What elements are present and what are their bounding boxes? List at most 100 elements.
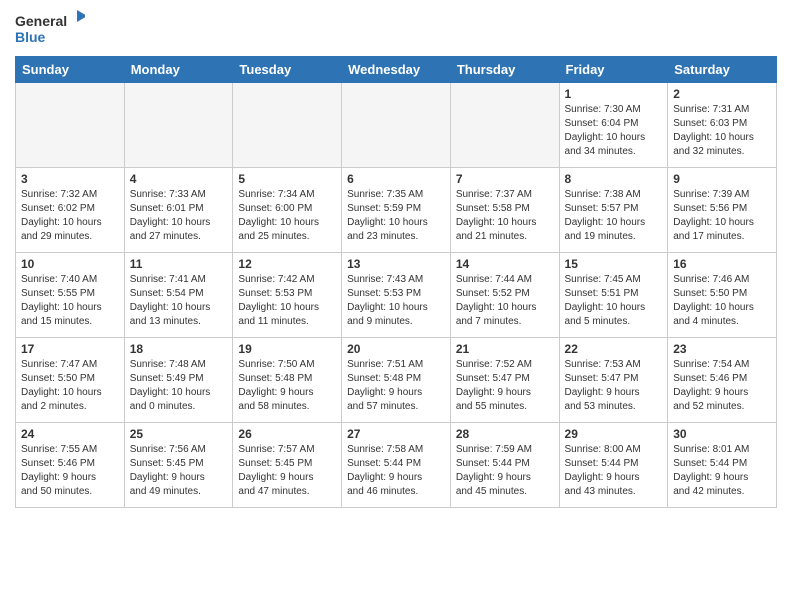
calendar-cell: 29 Sunrise: 8:00 AM Sunset: 5:44 PM Dayli… <box>559 423 668 508</box>
weekday-header: Monday <box>124 57 233 83</box>
day-info: Sunrise: 7:52 AM Sunset: 5:47 PM Dayligh… <box>456 358 554 414</box>
day-number: 7 <box>456 172 554 186</box>
logo-icon: General Blue <box>15 10 85 48</box>
calendar-cell: 11 Sunrise: 7:41 AM Sunset: 5:54 PM Dayli… <box>124 253 233 338</box>
day-number: 8 <box>565 172 663 186</box>
day-number: 10 <box>21 257 119 271</box>
day-number: 24 <box>21 427 119 441</box>
week-row: 10 Sunrise: 7:40 AM Sunset: 5:55 PM Dayli… <box>16 253 777 338</box>
weekday-header: Wednesday <box>342 57 451 83</box>
day-number: 12 <box>238 257 336 271</box>
day-info: Sunrise: 7:51 AM Sunset: 5:48 PM Dayligh… <box>347 358 445 414</box>
calendar-cell: 17 Sunrise: 7:47 AM Sunset: 5:50 PM Dayli… <box>16 338 125 423</box>
day-info: Sunrise: 7:56 AM Sunset: 5:45 PM Dayligh… <box>130 443 228 499</box>
day-info: Sunrise: 8:01 AM Sunset: 5:44 PM Dayligh… <box>673 443 771 499</box>
day-info: Sunrise: 7:44 AM Sunset: 5:52 PM Dayligh… <box>456 273 554 329</box>
weekday-header: Tuesday <box>233 57 342 83</box>
calendar-cell: 25 Sunrise: 7:56 AM Sunset: 5:45 PM Dayli… <box>124 423 233 508</box>
weekday-header: Sunday <box>16 57 125 83</box>
calendar-cell: 22 Sunrise: 7:53 AM Sunset: 5:47 PM Dayli… <box>559 338 668 423</box>
calendar-cell: 9Sunrise: 7:39 AM Sunset: 5:56 PM Daylig… <box>668 168 777 253</box>
day-number: 5 <box>238 172 336 186</box>
day-info: Sunrise: 7:40 AM Sunset: 5:55 PM Dayligh… <box>21 273 119 329</box>
calendar-cell: 26 Sunrise: 7:57 AM Sunset: 5:45 PM Dayli… <box>233 423 342 508</box>
calendar-cell: 16 Sunrise: 7:46 AM Sunset: 5:50 PM Dayli… <box>668 253 777 338</box>
day-info: Sunrise: 7:53 AM Sunset: 5:47 PM Dayligh… <box>565 358 663 414</box>
day-number: 29 <box>565 427 663 441</box>
day-number: 23 <box>673 342 771 356</box>
week-row: 24 Sunrise: 7:55 AM Sunset: 5:46 PM Dayli… <box>16 423 777 508</box>
day-info: Sunrise: 7:59 AM Sunset: 5:44 PM Dayligh… <box>456 443 554 499</box>
calendar-cell: 27Sunrise: 7:58 AM Sunset: 5:44 PM Dayli… <box>342 423 451 508</box>
calendar-table: SundayMondayTuesdayWednesdayThursdayFrid… <box>15 56 777 508</box>
day-number: 19 <box>238 342 336 356</box>
calendar-cell: 12 Sunrise: 7:42 AM Sunset: 5:53 PM Dayli… <box>233 253 342 338</box>
logo: General Blue <box>15 10 85 48</box>
day-info: Sunrise: 7:33 AM Sunset: 6:01 PM Dayligh… <box>130 188 228 244</box>
week-row: 17 Sunrise: 7:47 AM Sunset: 5:50 PM Dayli… <box>16 338 777 423</box>
day-number: 4 <box>130 172 228 186</box>
svg-text:Blue: Blue <box>15 29 46 45</box>
calendar-cell: 18Sunrise: 7:48 AM Sunset: 5:49 PM Dayli… <box>124 338 233 423</box>
day-info: Sunrise: 7:38 AM Sunset: 5:57 PM Dayligh… <box>565 188 663 244</box>
calendar-cell: 15 Sunrise: 7:45 AM Sunset: 5:51 PM Dayli… <box>559 253 668 338</box>
day-number: 6 <box>347 172 445 186</box>
calendar-cell: 6 Sunrise: 7:35 AM Sunset: 5:59 PM Daylig… <box>342 168 451 253</box>
page-header: General Blue <box>15 10 777 48</box>
calendar-cell <box>16 83 125 168</box>
day-info: Sunrise: 7:45 AM Sunset: 5:51 PM Dayligh… <box>565 273 663 329</box>
day-number: 11 <box>130 257 228 271</box>
day-number: 20 <box>347 342 445 356</box>
day-info: Sunrise: 7:46 AM Sunset: 5:50 PM Dayligh… <box>673 273 771 329</box>
day-number: 30 <box>673 427 771 441</box>
calendar-cell: 30 Sunrise: 8:01 AM Sunset: 5:44 PM Dayli… <box>668 423 777 508</box>
week-row: 1 Sunrise: 7:30 AM Sunset: 6:04 PM Daylig… <box>16 83 777 168</box>
calendar-cell: 14 Sunrise: 7:44 AM Sunset: 5:52 PM Dayli… <box>450 253 559 338</box>
day-number: 25 <box>130 427 228 441</box>
calendar-cell: 5Sunrise: 7:34 AM Sunset: 6:00 PM Daylig… <box>233 168 342 253</box>
day-info: Sunrise: 7:55 AM Sunset: 5:46 PM Dayligh… <box>21 443 119 499</box>
day-number: 14 <box>456 257 554 271</box>
day-number: 28 <box>456 427 554 441</box>
svg-text:General: General <box>15 13 67 29</box>
weekday-header: Saturday <box>668 57 777 83</box>
day-info: Sunrise: 7:37 AM Sunset: 5:58 PM Dayligh… <box>456 188 554 244</box>
day-info: Sunrise: 7:47 AM Sunset: 5:50 PM Dayligh… <box>21 358 119 414</box>
day-number: 22 <box>565 342 663 356</box>
weekday-header-row: SundayMondayTuesdayWednesdayThursdayFrid… <box>16 57 777 83</box>
day-number: 26 <box>238 427 336 441</box>
calendar-cell: 21Sunrise: 7:52 AM Sunset: 5:47 PM Dayli… <box>450 338 559 423</box>
day-number: 9 <box>673 172 771 186</box>
calendar-cell: 23Sunrise: 7:54 AM Sunset: 5:46 PM Dayli… <box>668 338 777 423</box>
day-info: Sunrise: 7:32 AM Sunset: 6:02 PM Dayligh… <box>21 188 119 244</box>
week-row: 3Sunrise: 7:32 AM Sunset: 6:02 PM Daylig… <box>16 168 777 253</box>
calendar-cell: 10 Sunrise: 7:40 AM Sunset: 5:55 PM Dayli… <box>16 253 125 338</box>
calendar-cell: 7 Sunrise: 7:37 AM Sunset: 5:58 PM Daylig… <box>450 168 559 253</box>
day-number: 13 <box>347 257 445 271</box>
calendar-cell: 4 Sunrise: 7:33 AM Sunset: 6:01 PM Daylig… <box>124 168 233 253</box>
calendar-cell: 19 Sunrise: 7:50 AM Sunset: 5:48 PM Dayli… <box>233 338 342 423</box>
calendar-cell: 20 Sunrise: 7:51 AM Sunset: 5:48 PM Dayli… <box>342 338 451 423</box>
day-info: Sunrise: 7:43 AM Sunset: 5:53 PM Dayligh… <box>347 273 445 329</box>
day-info: Sunrise: 7:50 AM Sunset: 5:48 PM Dayligh… <box>238 358 336 414</box>
day-number: 16 <box>673 257 771 271</box>
day-info: Sunrise: 7:57 AM Sunset: 5:45 PM Dayligh… <box>238 443 336 499</box>
day-number: 15 <box>565 257 663 271</box>
calendar-cell: 13 Sunrise: 7:43 AM Sunset: 5:53 PM Dayli… <box>342 253 451 338</box>
calendar-cell <box>233 83 342 168</box>
day-number: 2 <box>673 87 771 101</box>
calendar-cell: 24 Sunrise: 7:55 AM Sunset: 5:46 PM Dayli… <box>16 423 125 508</box>
calendar-cell: 2Sunrise: 7:31 AM Sunset: 6:03 PM Daylig… <box>668 83 777 168</box>
day-number: 1 <box>565 87 663 101</box>
day-info: Sunrise: 7:42 AM Sunset: 5:53 PM Dayligh… <box>238 273 336 329</box>
day-info: Sunrise: 7:58 AM Sunset: 5:44 PM Dayligh… <box>347 443 445 499</box>
day-info: Sunrise: 7:48 AM Sunset: 5:49 PM Dayligh… <box>130 358 228 414</box>
day-info: Sunrise: 7:41 AM Sunset: 5:54 PM Dayligh… <box>130 273 228 329</box>
day-info: Sunrise: 7:35 AM Sunset: 5:59 PM Dayligh… <box>347 188 445 244</box>
day-info: Sunrise: 7:30 AM Sunset: 6:04 PM Dayligh… <box>565 103 663 159</box>
calendar-cell: 8 Sunrise: 7:38 AM Sunset: 5:57 PM Daylig… <box>559 168 668 253</box>
calendar-cell: 1 Sunrise: 7:30 AM Sunset: 6:04 PM Daylig… <box>559 83 668 168</box>
calendar-cell <box>342 83 451 168</box>
day-number: 17 <box>21 342 119 356</box>
day-info: Sunrise: 8:00 AM Sunset: 5:44 PM Dayligh… <box>565 443 663 499</box>
